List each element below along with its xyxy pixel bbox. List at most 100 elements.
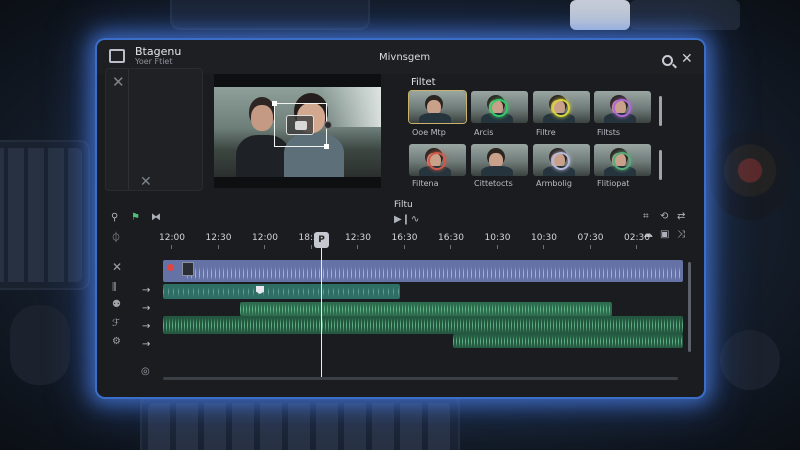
app-subtitle: Yoer Ftiet <box>135 57 173 66</box>
filter-ring-icon <box>552 152 570 170</box>
zoom-icon[interactable]: ◎ <box>141 366 150 377</box>
ruler-tick <box>357 245 358 249</box>
device-top-2 <box>630 0 740 30</box>
ruler-tick <box>264 245 265 249</box>
filter-ring-icon <box>552 99 570 117</box>
filter-thumbnail[interactable] <box>471 91 528 123</box>
filter-preview-body <box>481 166 513 176</box>
playhead[interactable] <box>321 236 322 378</box>
app-window-icon <box>109 49 125 63</box>
ruler-tick <box>217 245 219 249</box>
ruler-tick <box>543 245 544 249</box>
mouse-left <box>10 305 70 385</box>
filter-ring-icon <box>428 152 446 170</box>
crop-icon[interactable]: ⌗ <box>643 212 649 222</box>
filter-thumbnail[interactable] <box>471 144 528 176</box>
ruler-tick-label: 16:30 <box>438 233 464 243</box>
rotate-handle[interactable] <box>324 121 332 129</box>
filter-thumbnail[interactable] <box>409 91 466 123</box>
overlay-widget[interactable] <box>286 115 314 135</box>
ruler-tick <box>450 245 451 249</box>
timeline-vertical-scrollbar[interactable] <box>688 262 691 352</box>
clip-waveform <box>187 260 683 282</box>
user-icon[interactable]: ⚉ <box>112 300 121 310</box>
audio-track-3-clip[interactable] <box>453 334 683 348</box>
snap-icon[interactable]: ⚲ <box>111 213 118 223</box>
filter-thumbnail[interactable] <box>594 144 651 176</box>
filter-label: Filtre <box>536 128 556 137</box>
filter-label: Ooe Mtp <box>412 128 446 137</box>
filter-thumbnail[interactable] <box>533 91 590 123</box>
filters-scrollbar-2[interactable] <box>659 150 662 180</box>
gear-icon[interactable]: ⚙ <box>112 337 121 347</box>
close-icon[interactable]: ✕ <box>112 261 122 273</box>
mouse-right <box>720 330 780 390</box>
filter-ring-icon <box>490 99 508 117</box>
filter-preview-body <box>419 113 451 123</box>
filter-label: Armbolig <box>536 179 572 188</box>
video-viewer[interactable] <box>214 74 381 188</box>
ruler-tick <box>403 245 405 249</box>
panel-label: Filtu <box>394 200 413 210</box>
ruler-tick-label: 16:30 <box>391 233 418 243</box>
search-icon[interactable] <box>662 55 673 66</box>
filter-label: Arcis <box>474 128 494 137</box>
clip-thumbnail <box>182 262 194 276</box>
timeline-settings-icon[interactable]: ⏀ <box>111 234 121 244</box>
filter-label: Filtena <box>412 179 439 188</box>
play-icon[interactable]: ▶❙ <box>394 215 410 225</box>
filter-label: Cittetocts <box>474 179 513 188</box>
ruler-tick-label: 12:30 <box>205 233 232 243</box>
filter-thumbnail[interactable] <box>594 91 651 123</box>
filters-scrollbar[interactable] <box>659 96 662 126</box>
ruler-tick-label: 02:30 <box>624 233 650 243</box>
playhead-handle[interactable]: P <box>314 232 329 248</box>
close-icon[interactable]: ✕ <box>140 174 152 190</box>
arrow-right-icon[interactable]: → <box>142 339 150 350</box>
ruler-tick-label: 10:30 <box>484 233 511 243</box>
lock-icon[interactable]: ⫼ <box>112 283 117 293</box>
ruler-tick-label: 07:30 <box>577 233 604 243</box>
swap-icon[interactable]: ⇄ <box>677 212 685 222</box>
ruler-tick-label: 12:30 <box>345 233 371 243</box>
marker-icon[interactable]: ⚑ <box>131 213 140 223</box>
keyboard-bottom <box>140 395 460 450</box>
arrow-right-icon[interactable]: → <box>142 321 150 332</box>
close-icon[interactable]: ✕ <box>112 73 125 91</box>
fx-icon[interactable]: ℱ <box>112 319 120 329</box>
split-icon[interactable]: ⧓ <box>151 213 161 223</box>
panel-divider <box>128 69 129 190</box>
wave-icon[interactable]: ∿ <box>411 215 419 225</box>
filter-thumbnail[interactable] <box>533 144 590 176</box>
ruler-tick <box>310 245 312 249</box>
timeline-horizontal-scrollbar[interactable] <box>163 377 678 380</box>
filter-thumbnail[interactable] <box>409 144 466 176</box>
video-frame[interactable] <box>214 87 381 177</box>
clip-waveform <box>163 284 400 299</box>
loop-icon[interactable]: ⟲ <box>660 212 668 222</box>
audio-waveform <box>453 334 683 348</box>
record-dot-icon[interactable] <box>167 264 174 271</box>
arrow-right-icon[interactable]: → <box>142 303 150 314</box>
video-track-2-clip[interactable] <box>163 284 400 299</box>
ruler-tick <box>496 245 498 249</box>
timeline-toolbar: ⚲ ⚑ ⧓ ▶❙ ∿ ⌗ ⟲ ⇄ ☁ ▣ ⤨ <box>97 210 704 240</box>
ruler-tick <box>171 245 172 249</box>
ruler-tick-label: 12:00 <box>252 233 278 243</box>
ruler-tick-label: 12:00 <box>159 233 185 243</box>
media-panel: ✕ ✕ <box>105 68 203 191</box>
filter-label: Filtsts <box>597 128 621 137</box>
video-track-1-clip[interactable] <box>163 260 683 282</box>
audio-track-1-clip[interactable] <box>240 302 612 316</box>
audio-waveform <box>163 316 683 334</box>
filter-ring-icon <box>613 152 631 170</box>
arrow-right-icon[interactable]: → <box>142 285 150 296</box>
filter-ring-icon <box>613 99 631 117</box>
keyboard-top <box>170 0 370 30</box>
filter-label: Flitiopat <box>597 179 630 188</box>
window-title: Mivnsgem <box>379 52 431 63</box>
audio-track-2-clip[interactable] <box>163 316 683 334</box>
close-icon[interactable]: ✕ <box>681 52 693 66</box>
timeline-ruler[interactable]: 12:00 12:30 12:00 18:30 12:30 16:30 16:30 10:30… <box>155 231 685 249</box>
device-top <box>570 0 630 30</box>
